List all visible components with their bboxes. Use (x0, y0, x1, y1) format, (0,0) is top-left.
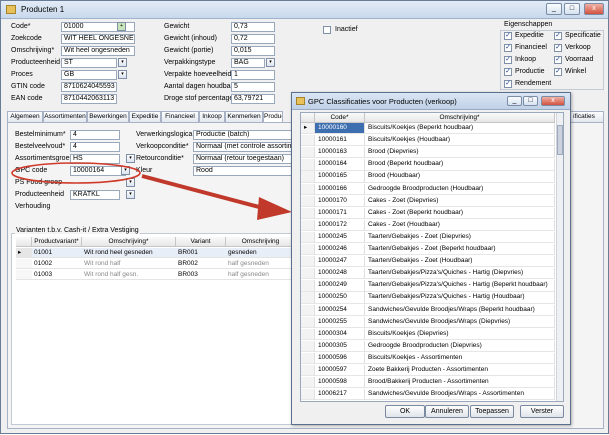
gpc-desc-cell[interactable]: Taarten/Gebakjes/Pizza's/Quiches - Harti… (365, 268, 555, 280)
gpc-desc-cell[interactable]: Cakes - Zoet (Houdbaar) (365, 219, 555, 232)
gpc-desc-cell[interactable]: Biscuits/Koekjes (Houdbaar) (365, 135, 555, 147)
gpc-code-cell[interactable]: 10000246 (315, 244, 365, 256)
gpc-desc-cell[interactable]: Zoete Bakkerij Producten - Assortimenten (365, 365, 555, 377)
gpc-row-indicator (301, 171, 315, 183)
gpc-row-indicator (301, 256, 315, 268)
gpc-code-cell[interactable]: 10000165 (315, 171, 365, 183)
gpc-row-indicator (301, 219, 315, 232)
gpc-code-cell[interactable]: 10000598 (315, 377, 365, 389)
gpc-code-cell[interactable]: 10006217 (315, 389, 365, 401)
gpc-desc-cell[interactable]: Taarten/Gebakjes/Pizza's/Quiches - Harti… (365, 292, 555, 304)
gpc-desc-cell[interactable]: Taarten/Gebakjes - Zoet (Diepvries) (365, 231, 555, 244)
gpc-row-indicator (301, 304, 315, 316)
gpc-code-cell[interactable]: 10000247 (315, 256, 365, 268)
dialog-title: GPC Classificaties voor Producten (verko… (308, 97, 457, 106)
annuleren-button[interactable]: Annuleren (425, 405, 469, 418)
gpc-dialog: GPC Classificaties voor Producten (verko… (291, 92, 571, 425)
gpc-row-indicator (301, 195, 315, 207)
gpc-row-indicator (301, 147, 315, 159)
gpc-grid-scrollbar[interactable] (556, 113, 563, 401)
gpc-row-indicator (301, 328, 315, 340)
gpc-row-indicator (301, 159, 315, 171)
product-window: Producten 1 _ □ x Code* 01000 + Zoekcode WIT… (0, 0, 609, 434)
gpc-row-indicator (301, 268, 315, 280)
gpc-desc-cell[interactable]: Taarten/Gebakjes/Pizza's/Quiches - Harti… (365, 280, 555, 292)
gpc-row-indicator (301, 183, 315, 195)
gpc-code-cell[interactable]: 10000164 (315, 159, 365, 171)
dialog-icon (296, 97, 305, 105)
gpc-desc-cell[interactable]: Biscuits/Koekjes (Beperkt houdbaar) (365, 123, 555, 135)
gpc-col-header-code[interactable]: Code* (315, 113, 365, 123)
gpc-code-cell[interactable]: 10000249 (315, 280, 365, 292)
gpc-highlight-oval (11, 162, 141, 184)
gpc-desc-cell[interactable]: Brood/Bakkerij Producten - Assortimenten (365, 377, 555, 389)
gpc-row-indicator (301, 135, 315, 147)
gpc-grid-corner (301, 113, 315, 123)
gpc-code-cell[interactable]: 10000161 (315, 135, 365, 147)
gpc-row-indicator (301, 316, 315, 328)
gpc-code-cell[interactable]: 10000160 (315, 123, 365, 135)
gpc-desc-cell[interactable]: Biscuits/Koekjes - Assortimenten (365, 352, 555, 365)
gpc-code-cell[interactable]: 10000305 (315, 340, 365, 353)
gpc-desc-cell[interactable]: Biscuits/Koekjes (Diepvries) (365, 328, 555, 340)
annotation-arrowhead (257, 197, 292, 220)
gpc-desc-cell[interactable]: Brood (Beperkt houdbaar) (365, 159, 555, 171)
gpc-row-indicator (301, 389, 315, 401)
dialog-title-bar: GPC Classificaties voor Producten (verko… (292, 93, 570, 110)
gpc-code-cell[interactable]: 10000245 (315, 231, 365, 244)
gpc-desc-cell[interactable]: Taarten/Gebakjes - Zoet (Houdbaar) (365, 256, 555, 268)
verster-button[interactable]: Verster (520, 405, 564, 418)
gpc-grid: Code* Omschrijving* ▸ 10000160 Biscuits/Koek… (300, 112, 564, 402)
gpc-row-indicator (301, 292, 315, 304)
gpc-code-cell[interactable]: 10000596 (315, 352, 365, 365)
gpc-desc-cell[interactable]: Sandwiches/Gevulde Broodjes/Wraps (Diepv… (365, 316, 555, 328)
gpc-desc-cell[interactable]: Sandwiches/Gevulde Broodjes/Wraps - Asso… (365, 389, 555, 401)
dialog-minimize-button[interactable]: _ (507, 96, 522, 106)
gpc-row-indicator (301, 377, 315, 389)
gpc-row-indicator (301, 207, 315, 219)
gpc-desc-cell[interactable]: Brood (Houdbaar) (365, 171, 555, 183)
gpc-code-cell[interactable]: 10000250 (315, 292, 365, 304)
gpc-desc-cell[interactable]: Cakes - Zoet (Diepvries) (365, 195, 555, 207)
gpc-col-header-omschrijving[interactable]: Omschrijving* (365, 113, 555, 123)
gpc-code-cell[interactable]: 10000170 (315, 195, 365, 207)
toepassen-button[interactable]: Toepassen (470, 405, 514, 418)
gpc-code-cell[interactable]: 10000163 (315, 147, 365, 159)
gpc-code-cell[interactable]: 10000304 (315, 328, 365, 340)
gpc-row-indicator (301, 365, 315, 377)
gpc-code-cell[interactable]: 10000171 (315, 207, 365, 219)
gpc-row-indicator (301, 352, 315, 365)
gpc-row-indicator: ▸ (301, 123, 315, 135)
gpc-grid-scroll-thumb[interactable] (557, 125, 563, 155)
ok-button[interactable]: OK (385, 405, 425, 418)
gpc-row-indicator (301, 340, 315, 353)
gpc-row-indicator (301, 231, 315, 244)
gpc-desc-cell[interactable]: Brood (Diepvries) (365, 147, 555, 159)
gpc-row-indicator (301, 244, 315, 256)
gpc-code-cell[interactable]: 10000166 (315, 183, 365, 195)
gpc-desc-cell[interactable]: Gedroogde Broodproducten (Houdbaar) (365, 183, 555, 195)
gpc-desc-cell[interactable]: Taarten/Gebakjes - Zoet (Beperkt houdbaa… (365, 244, 555, 256)
dialog-close-button[interactable]: x (541, 96, 565, 106)
gpc-desc-cell[interactable]: Cakes - Zoet (Beperkt houdbaar) (365, 207, 555, 219)
gpc-row-indicator (301, 280, 315, 292)
gpc-desc-cell[interactable]: Gedroogde Broodproducten (Diepvries) (365, 340, 555, 353)
gpc-desc-cell[interactable]: Sandwiches/Gevulde Broodjes/Wraps (Beper… (365, 304, 555, 316)
gpc-code-cell[interactable]: 10000248 (315, 268, 365, 280)
gpc-code-cell[interactable]: 10000172 (315, 219, 365, 232)
dialog-maximize-button[interactable]: □ (523, 96, 538, 106)
annotation-arrow (141, 174, 264, 210)
gpc-code-cell[interactable]: 10000255 (315, 316, 365, 328)
gpc-code-cell[interactable]: 10000597 (315, 365, 365, 377)
gpc-code-cell[interactable]: 10000254 (315, 304, 365, 316)
